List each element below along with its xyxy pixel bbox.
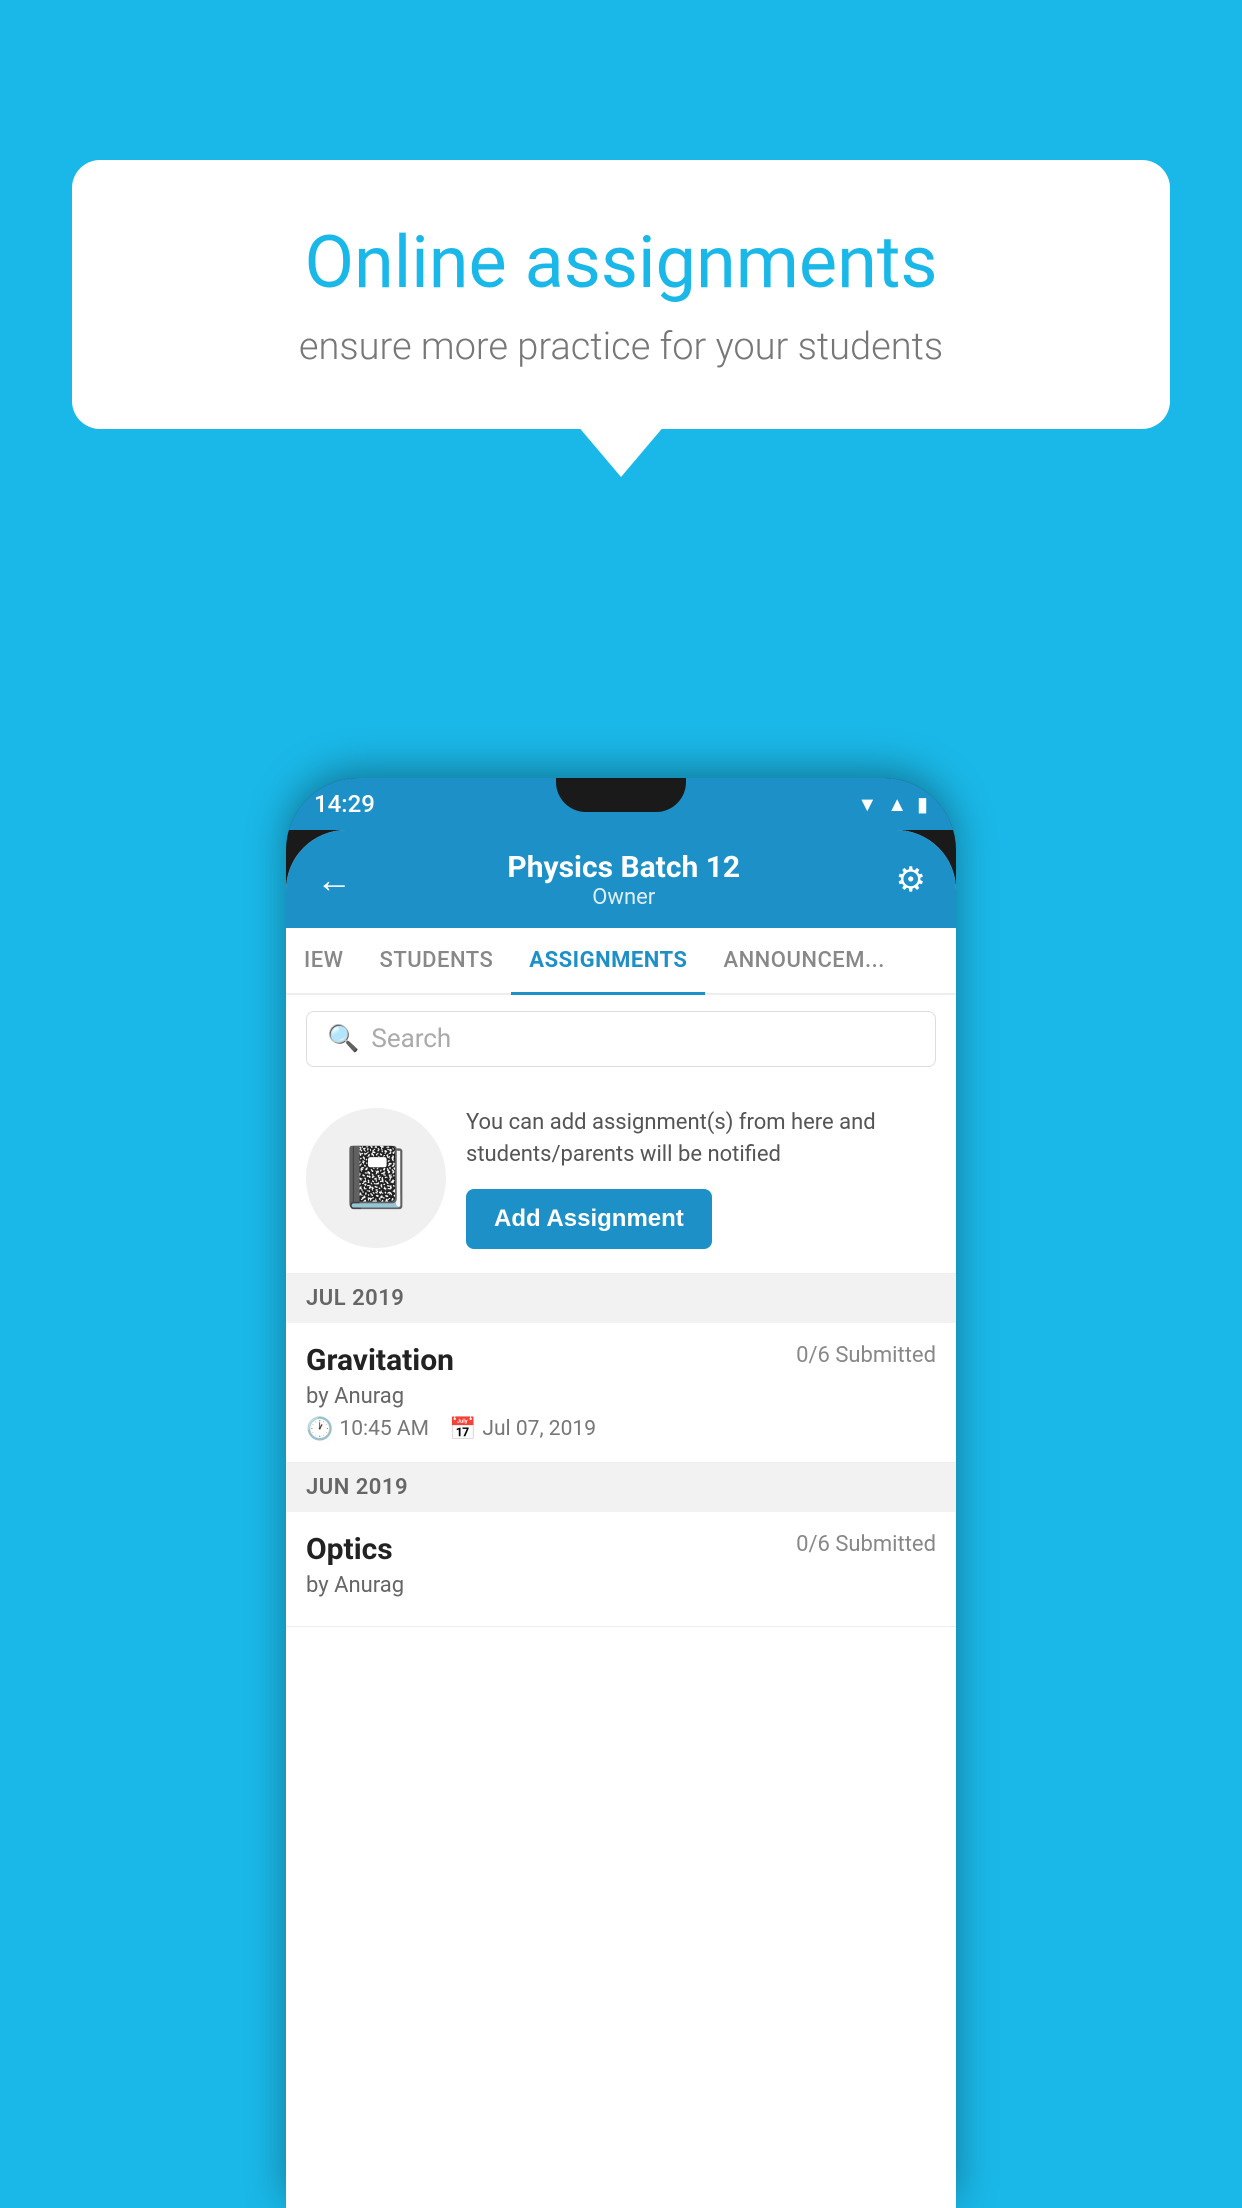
promo-description: You can add assignment(s) from here and … xyxy=(466,1107,936,1171)
scroll-area[interactable]: 🔍 Search 📓 You can add assignment(s) fro… xyxy=(286,995,956,2208)
assignment-item-gravitation[interactable]: Gravitation 0/6 Submitted by Anurag 🕐 10… xyxy=(286,1323,956,1463)
phone-frame: 14:29 ▼ ▲ ▮ ← Physics Batch 12 Owner ⚙ I… xyxy=(286,778,956,2208)
assignment-date-gravitation: 📅 Jul 07, 2019 xyxy=(449,1417,596,1442)
speech-bubble-subtext: ensure more practice for your students xyxy=(142,325,1100,369)
assignment-row-top-optics: Optics 0/6 Submitted xyxy=(306,1532,936,1567)
speech-bubble-heading: Online assignments xyxy=(142,220,1100,305)
back-button[interactable]: ← xyxy=(316,859,352,901)
app-content: ← Physics Batch 12 Owner ⚙ IEW STUDENTS … xyxy=(286,830,956,2208)
speech-bubble: Online assignments ensure more practice … xyxy=(72,160,1170,429)
header-title: Physics Batch 12 Owner xyxy=(352,850,896,910)
settings-button[interactable]: ⚙ xyxy=(896,860,926,900)
assignment-time-gravitation: 🕐 10:45 AM xyxy=(306,1417,429,1442)
tab-assignments[interactable]: ASSIGNMENTS xyxy=(511,928,705,993)
clock-icon: 🕐 xyxy=(306,1417,333,1442)
assignment-meta-gravitation: 🕐 10:45 AM 📅 Jul 07, 2019 xyxy=(306,1417,936,1442)
assignment-author-gravitation: by Anurag xyxy=(306,1384,936,1409)
tab-iew[interactable]: IEW xyxy=(286,928,362,993)
search-container: 🔍 Search xyxy=(286,995,956,1083)
tab-students[interactable]: STUDENTS xyxy=(362,928,512,993)
search-bar[interactable]: 🔍 Search xyxy=(306,1011,936,1067)
speech-bubble-container: Online assignments ensure more practice … xyxy=(72,160,1170,429)
assignment-name-gravitation: Gravitation xyxy=(306,1343,454,1378)
month-header-jun: JUN 2019 xyxy=(286,1463,956,1512)
battery-icon: ▮ xyxy=(917,792,928,816)
header-title-sub: Owner xyxy=(352,885,896,910)
promo-icon-circle: 📓 xyxy=(306,1108,446,1248)
assignment-author-optics: by Anurag xyxy=(306,1573,936,1598)
promo-section: 📓 You can add assignment(s) from here an… xyxy=(286,1083,956,1274)
promo-text-area: You can add assignment(s) from here and … xyxy=(466,1107,936,1249)
status-time: 14:29 xyxy=(314,790,375,818)
app-header: ← Physics Batch 12 Owner ⚙ xyxy=(286,830,956,928)
notebook-icon: 📓 xyxy=(339,1142,414,1213)
calendar-icon: 📅 xyxy=(449,1417,476,1442)
assignment-name-optics: Optics xyxy=(306,1532,393,1567)
search-placeholder: Search xyxy=(371,1024,451,1054)
tab-announcements[interactable]: ANNOUNCEM... xyxy=(705,928,902,993)
tabs-bar: IEW STUDENTS ASSIGNMENTS ANNOUNCEM... xyxy=(286,928,956,995)
assignment-item-optics[interactable]: Optics 0/6 Submitted by Anurag xyxy=(286,1512,956,1627)
assignment-row-top: Gravitation 0/6 Submitted xyxy=(306,1343,936,1378)
month-header-jul: JUL 2019 xyxy=(286,1274,956,1323)
search-icon: 🔍 xyxy=(327,1024,359,1054)
assignment-submitted-gravitation: 0/6 Submitted xyxy=(796,1343,936,1368)
add-assignment-button[interactable]: Add Assignment xyxy=(466,1189,712,1249)
wifi-icon: ▼ xyxy=(857,792,877,817)
phone-notch xyxy=(556,778,686,812)
signal-icon: ▲ xyxy=(887,792,907,817)
assignment-submitted-optics: 0/6 Submitted xyxy=(796,1532,936,1557)
header-title-main: Physics Batch 12 xyxy=(352,850,896,885)
status-icons: ▼ ▲ ▮ xyxy=(857,792,928,817)
